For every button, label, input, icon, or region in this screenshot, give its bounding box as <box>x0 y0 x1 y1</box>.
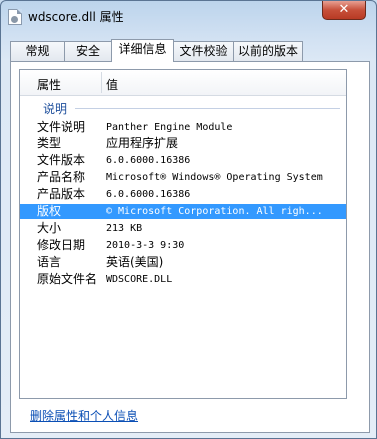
list-row-selected[interactable]: 版权 © Microsoft Corporation. All righ... <box>20 204 346 219</box>
column-header-property[interactable]: 属性 <box>37 76 61 93</box>
column-divider[interactable] <box>101 72 102 93</box>
column-header-value[interactable]: 值 <box>106 76 118 93</box>
title-bar[interactable]: wdscore.dll 属性 ✕ <box>1 1 377 31</box>
row-key: 大小 <box>37 221 62 235</box>
close-icon: ✕ <box>338 2 350 17</box>
row-key: 产品名称 <box>37 170 86 184</box>
close-button[interactable]: ✕ <box>322 1 366 20</box>
row-key: 原始文件名 <box>37 272 98 286</box>
row-value: © Microsoft Corporation. All righ... <box>106 206 323 217</box>
tab-details[interactable]: 详细信息 <box>111 39 174 62</box>
tab-previous-versions[interactable]: 以前的版本 <box>233 41 303 61</box>
row-value: 6.0.6000.16386 <box>106 189 191 200</box>
row-key: 产品版本 <box>37 187 86 201</box>
list-row[interactable]: 产品版本 6.0.6000.16386 <box>20 187 346 202</box>
window-title: wdscore.dll 属性 <box>28 10 124 24</box>
dll-file-icon <box>8 9 22 25</box>
remove-properties-link[interactable]: 删除属性和个人信息 <box>30 407 138 424</box>
list-row[interactable]: 产品名称 Microsoft® Windows® Operating Syste… <box>20 170 346 185</box>
list-row[interactable]: 原始文件名 WDSCORE.DLL <box>20 272 346 287</box>
properties-window: wdscore.dll 属性 ✕ 常规 安全 详细信息 文件校验 以前的版本 属… <box>0 0 377 439</box>
tab-checksum[interactable]: 文件校验 <box>173 41 234 61</box>
list-row[interactable]: 文件说明 Panther Engine Module <box>20 120 346 135</box>
tab-strip: 常规 安全 详细信息 文件校验 以前的版本 <box>10 39 370 62</box>
row-value: 2010-3-3 9:30 <box>106 240 185 251</box>
row-value: Panther Engine Module <box>106 122 233 133</box>
row-key: 版权 <box>37 204 62 218</box>
row-value: Microsoft® Windows® Operating System <box>106 172 323 183</box>
row-key: 文件版本 <box>37 153 86 167</box>
list-header: 属性 值 <box>20 70 346 96</box>
row-key: 文件说明 <box>37 120 86 134</box>
row-value: 6.0.6000.16386 <box>106 155 191 166</box>
tab-general[interactable]: 常规 <box>10 41 65 61</box>
row-key: 语言 <box>37 255 62 269</box>
group-divider <box>75 108 340 109</box>
row-key: 类型 <box>37 136 62 150</box>
tab-security[interactable]: 安全 <box>64 41 112 61</box>
row-value: 应用程序扩展 <box>106 136 179 150</box>
details-list[interactable]: 属性 值 说明 文件说明 Panther Engine Module 类型 应用… <box>19 69 347 399</box>
row-value: 213 KB <box>106 223 143 234</box>
list-row[interactable]: 类型 应用程序扩展 <box>20 136 346 151</box>
row-value: WDSCORE.DLL <box>106 274 173 285</box>
group-label: 说明 <box>43 102 68 116</box>
list-row[interactable]: 大小 213 KB <box>20 221 346 236</box>
list-row[interactable]: 修改日期 2010-3-3 9:30 <box>20 238 346 253</box>
list-row[interactable]: 语言 英语(美国) <box>20 255 346 270</box>
row-key: 修改日期 <box>37 238 86 252</box>
row-value: 英语(美国) <box>106 255 164 269</box>
list-row[interactable]: 文件版本 6.0.6000.16386 <box>20 153 346 168</box>
